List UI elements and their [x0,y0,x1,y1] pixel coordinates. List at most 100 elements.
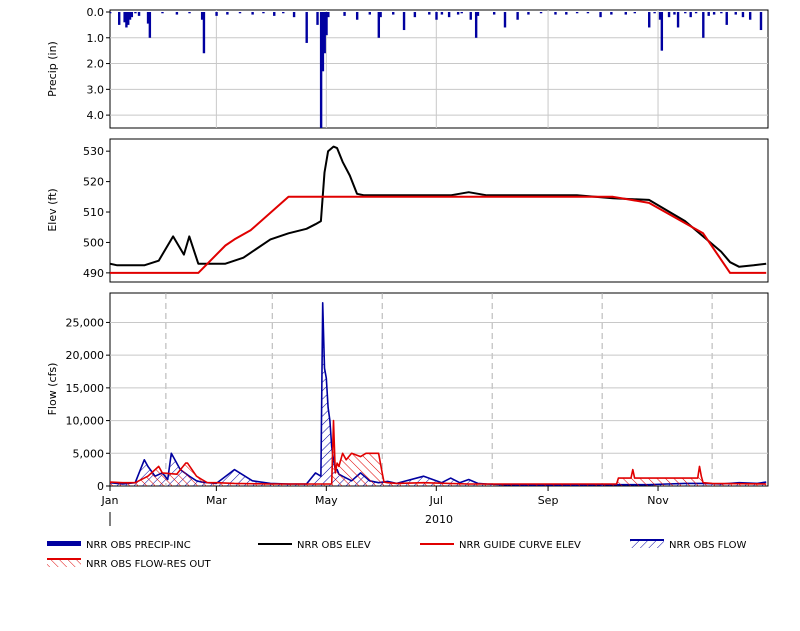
precip-bar [741,12,745,18]
x-tick-label: Jul [429,494,443,507]
precip-bar [456,12,460,15]
precip-bar [226,12,229,15]
precip-bar [202,12,206,54]
precip-bar [689,12,692,18]
precip-bar [565,12,568,15]
precip-bar [327,12,330,18]
precip-bar [355,12,359,20]
precip-bar [379,12,382,18]
precip-ytick-label: 4.0 [87,109,105,122]
precip-bar [262,12,265,14]
precip-bar [648,12,651,28]
x-tick-label: Jan [101,494,119,507]
precip-bar [282,12,285,14]
x-tick-label: Sep [538,494,559,507]
x-axis-ticks: Jan Mar May Jul Sep Nov [101,486,669,507]
x-tick-label: Mar [206,494,227,507]
elev-yticks: 490 500 510 520 530 [83,145,110,280]
precip-bar [586,12,590,14]
precip-bar [469,12,472,20]
flow-ytick-label: 25,000 [66,316,105,329]
flow-ytick-label: 10,000 [66,415,105,428]
chart-canvas: 0.0 1.0 2.0 3.0 4.0 490 500 510 520 530 0 5,000 10… [46,6,769,570]
precip-bar [118,12,121,25]
elev-ytick-label: 510 [83,206,104,219]
precip-bar [148,12,152,38]
precip-bar [633,12,636,14]
precip-bar [402,12,406,31]
precip-ytick-label: 3.0 [87,83,105,96]
precip-ylabel: Precip (in) [46,41,59,97]
x-tick-label: May [315,494,338,507]
legend: NRR OBS PRECIP-INC NRR OBS ELEV NRR GUID… [47,539,746,570]
precip-bar [694,12,698,14]
precip-bar [599,12,602,18]
elev-ytick-label: 520 [83,176,104,189]
precip-bar [734,12,737,15]
precip-bar [137,12,141,16]
precip-bar [343,12,346,16]
precip-bar [516,12,519,20]
precip-bar [554,12,557,15]
hydrograph-figure: 0.0 1.0 2.0 3.0 4.0 490 500 510 520 530 0 5,000 10… [0,0,800,627]
legend-precip-swatch [47,541,81,546]
flow-ylabel: Flow (cfs) [46,363,59,416]
precip-bar [292,12,296,18]
precip-bar [188,12,191,14]
precip-bar [440,12,444,15]
precip-bar [610,12,613,15]
precip-panel-frame [109,9,769,129]
precip-bar [251,12,254,15]
precip-bar [748,12,752,20]
precip-bar [392,12,395,15]
precip-bar [476,12,480,16]
elev-ytick-label: 500 [83,236,104,249]
flow-ytick-label: 0 [97,480,104,493]
precip-bar [702,12,705,38]
legend-precip-label: NRR OBS PRECIP-INC [86,540,191,551]
legend-flow-swatch [630,540,664,548]
x-tick-label: Nov [647,494,669,507]
elev-ytick-label: 530 [83,145,104,158]
precip-bar [653,12,656,14]
precip-bar [673,12,676,15]
precip-bar [460,12,463,14]
precip-bar [676,12,680,28]
precip-bar [428,12,431,15]
precip-bar [667,12,671,18]
precip-ytick-label: 1.0 [87,32,105,45]
x-axis-year-label: 2010 [425,513,453,526]
precip-bar [712,12,716,15]
flow-ytick-label: 5,000 [73,447,105,460]
precip-bar [368,12,371,15]
flow-yticks: 0 5,000 10,000 15,000 20,000 25,000 [66,316,110,493]
precip-bar [527,12,530,15]
precip-bar [707,12,710,16]
precip-bar [305,12,308,43]
precip-bar [720,12,723,14]
flow-ytick-label: 20,000 [66,349,105,362]
precip-bar [175,12,179,15]
precip-bar [435,12,438,20]
precip-bar [539,12,543,14]
precip-yticks: 0.0 1.0 2.0 3.0 4.0 [87,6,110,122]
precip-bar [215,12,218,16]
precip-bar [134,12,137,14]
precip-bar [492,12,496,15]
precip-bar [624,12,627,15]
precip-bar [130,12,134,18]
precip-ytick-label: 2.0 [87,58,105,71]
legend-flow-label: NRR OBS FLOW [669,540,746,551]
precip-bar [161,12,164,14]
precip-bar [503,12,507,28]
legend-resout-label: NRR OBS FLOW-RES OUT [86,559,212,570]
precip-ytick-label: 0.0 [87,6,105,19]
precip-bar [238,12,242,14]
flow-ytick-label: 15,000 [66,382,105,395]
elev-ylabel: Elev (ft) [46,188,59,231]
legend-elev-label: NRR OBS ELEV [297,540,371,551]
elev-ytick-label: 490 [83,267,104,280]
legend-guide-label: NRR GUIDE CURVE ELEV [459,540,581,551]
precip-bar [316,12,319,25]
legend-resout-swatch [47,559,81,567]
